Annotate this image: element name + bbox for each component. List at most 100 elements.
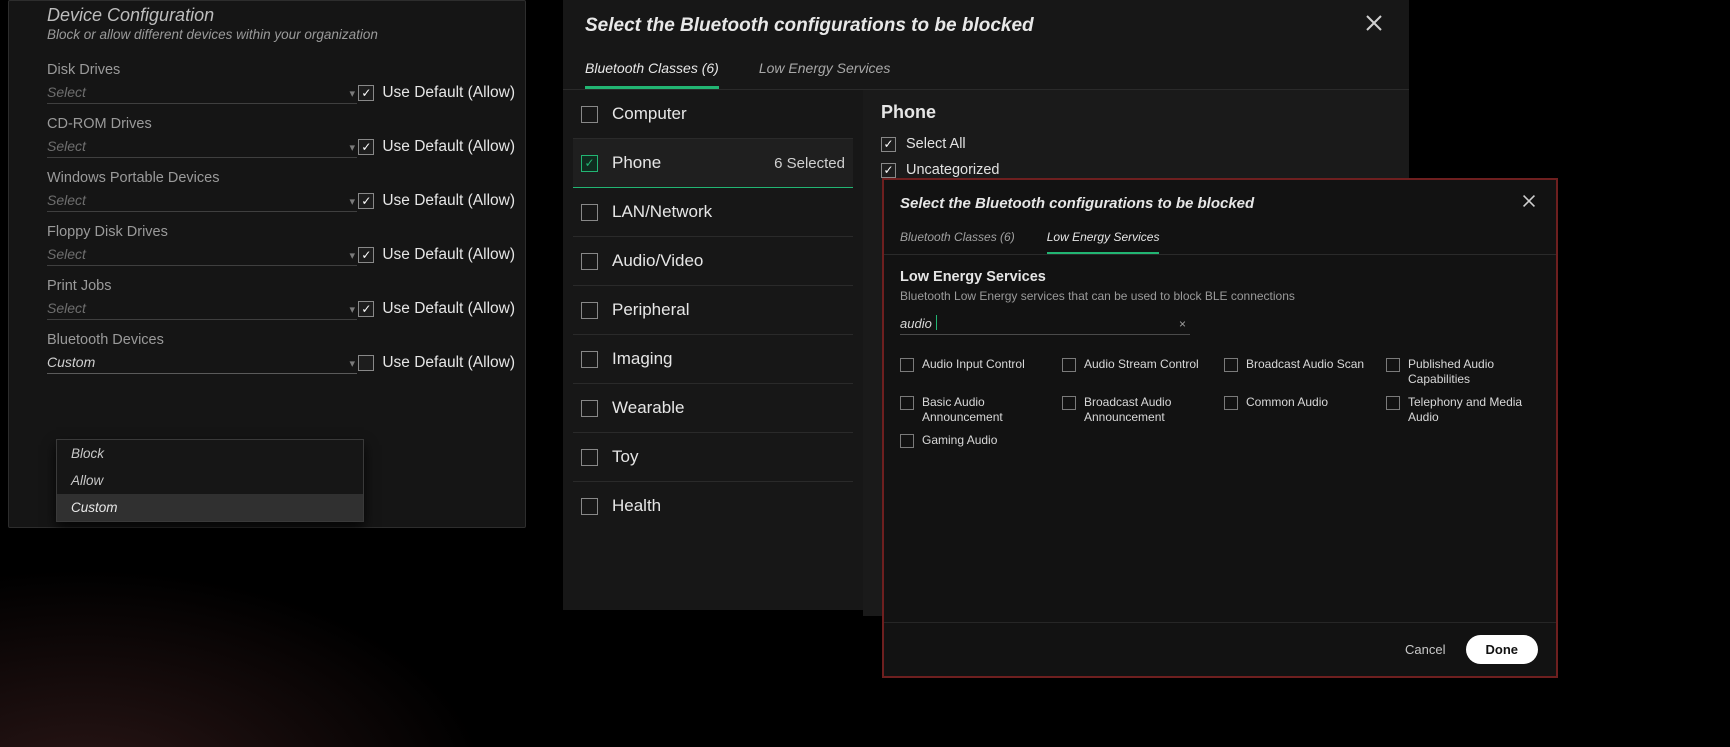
chevron-down-icon: ▾	[349, 195, 355, 208]
detail-item-label: Uncategorized	[906, 162, 1000, 178]
service-label: Audio Stream Control	[1084, 357, 1199, 372]
bluetooth-devices-select[interactable]: Custom ▾	[47, 350, 357, 374]
use-default-checkbox[interactable]	[358, 355, 374, 371]
done-button[interactable]: Done	[1466, 635, 1539, 664]
service-checkbox[interactable]	[1062, 358, 1076, 372]
service-item[interactable]: Audio Stream Control	[1062, 357, 1216, 387]
close-icon[interactable]	[1518, 190, 1540, 216]
select-value: Custom	[47, 354, 95, 370]
class-row-computer[interactable]: Computer	[573, 90, 853, 139]
use-default-checkbox[interactable]	[358, 85, 374, 101]
use-default-checkbox[interactable]	[358, 139, 374, 155]
class-label: Toy	[612, 447, 845, 467]
dropdown-option-allow[interactable]: Allow	[57, 467, 363, 494]
service-checkbox[interactable]	[900, 396, 914, 410]
tab-low-energy-services[interactable]: Low Energy Services	[1047, 230, 1160, 254]
bluetooth-devices-dropdown: Block Allow Custom	[56, 439, 364, 522]
service-label: Broadcast Audio Announcement	[1084, 395, 1216, 425]
class-checkbox[interactable]	[581, 400, 598, 417]
class-label: Computer	[612, 104, 845, 124]
disk-drives-select[interactable]: Select ▾	[47, 80, 357, 104]
service-checkbox[interactable]	[1062, 396, 1076, 410]
field-label: CD-ROM Drives	[47, 116, 357, 132]
service-item[interactable]: Basic Audio Announcement	[900, 395, 1054, 425]
tab-bluetooth-classes[interactable]: Bluetooth Classes (6)	[585, 60, 719, 89]
cancel-button[interactable]: Cancel	[1405, 642, 1445, 657]
class-checkbox[interactable]	[581, 204, 598, 221]
service-checkbox[interactable]	[900, 434, 914, 448]
use-default-label: Use Default (Allow)	[382, 354, 515, 372]
class-row-health[interactable]: Health	[573, 482, 853, 530]
class-row-audiovideo[interactable]: Audio/Video	[573, 237, 853, 286]
background-gradient	[0, 530, 560, 747]
class-checkbox[interactable]	[581, 155, 598, 172]
service-checkbox[interactable]	[900, 358, 914, 372]
modal-title: Select the Bluetooth configurations to b…	[900, 195, 1254, 212]
use-default-label: Use Default (Allow)	[382, 192, 515, 210]
print-jobs-select[interactable]: Select ▾	[47, 296, 357, 320]
select-all-row[interactable]: Select All	[881, 131, 1391, 157]
use-default-label: Use Default (Allow)	[382, 246, 515, 264]
service-item[interactable]: Common Audio	[1224, 395, 1378, 425]
close-icon[interactable]	[1361, 10, 1387, 42]
service-item[interactable]: Broadcast Audio Scan	[1224, 357, 1378, 387]
class-checkbox[interactable]	[581, 351, 598, 368]
class-checkbox[interactable]	[581, 449, 598, 466]
service-item[interactable]: Gaming Audio	[900, 433, 1054, 448]
les-search-input[interactable]	[900, 313, 1175, 334]
service-checkbox[interactable]	[1224, 358, 1238, 372]
device-configuration-panel: Device Configuration Block or allow diff…	[8, 0, 526, 528]
service-label: Telephony and Media Audio	[1408, 395, 1540, 425]
field-label: Windows Portable Devices	[47, 170, 357, 186]
class-checkbox[interactable]	[581, 302, 598, 319]
select-placeholder: Select	[47, 246, 86, 262]
chevron-down-icon: ▾	[349, 303, 355, 316]
device-configuration-subtitle: Block or allow different devices within …	[47, 27, 513, 42]
service-item[interactable]: Audio Input Control	[900, 357, 1054, 387]
class-row-toy[interactable]: Toy	[573, 433, 853, 482]
floppy-select[interactable]: Select ▾	[47, 242, 357, 266]
field-label: Bluetooth Devices	[47, 332, 357, 348]
tab-bluetooth-classes[interactable]: Bluetooth Classes (6)	[900, 230, 1015, 254]
class-checkbox[interactable]	[581, 106, 598, 123]
detail-title: Phone	[881, 102, 1391, 123]
chevron-down-icon: ▾	[349, 141, 355, 154]
class-row-imaging[interactable]: Imaging	[573, 335, 853, 384]
service-item[interactable]: Broadcast Audio Announcement	[1062, 395, 1216, 425]
class-row-wearable[interactable]: Wearable	[573, 384, 853, 433]
les-section-title: Low Energy Services	[900, 269, 1540, 285]
service-label: Basic Audio Announcement	[922, 395, 1054, 425]
use-default-checkbox[interactable]	[358, 247, 374, 263]
wpd-select[interactable]: Select ▾	[47, 188, 357, 212]
modal-title: Select the Bluetooth configurations to b…	[585, 15, 1034, 37]
service-checkbox[interactable]	[1386, 396, 1400, 410]
class-selected-count: 6 Selected	[774, 155, 845, 172]
dropdown-option-block[interactable]: Block	[57, 440, 363, 467]
class-checkbox[interactable]	[581, 498, 598, 515]
class-row-lan[interactable]: LAN/Network	[573, 188, 853, 237]
service-item[interactable]: Published Audio Capabilities	[1386, 357, 1540, 387]
cdrom-drives-select[interactable]: Select ▾	[47, 134, 357, 158]
service-label: Common Audio	[1246, 395, 1328, 410]
les-search-box[interactable]: ×	[900, 313, 1190, 335]
bluetooth-classes-list: Computer Phone 6 Selected LAN/Network Au…	[563, 90, 863, 616]
class-row-peripheral[interactable]: Peripheral	[573, 286, 853, 335]
service-checkbox[interactable]	[1386, 358, 1400, 372]
service-checkbox[interactable]	[1224, 396, 1238, 410]
use-default-checkbox[interactable]	[358, 301, 374, 317]
clear-search-icon[interactable]: ×	[1175, 317, 1190, 331]
chevron-down-icon: ▾	[349, 249, 355, 262]
class-checkbox[interactable]	[581, 253, 598, 270]
use-default-label: Use Default (Allow)	[382, 138, 515, 156]
service-item[interactable]: Telephony and Media Audio	[1386, 395, 1540, 425]
chevron-down-icon: ▾	[349, 87, 355, 100]
detail-item-checkbox[interactable]	[881, 163, 896, 178]
select-all-checkbox[interactable]	[881, 137, 896, 152]
service-label: Gaming Audio	[922, 433, 997, 448]
class-row-phone[interactable]: Phone 6 Selected	[573, 139, 853, 188]
dropdown-option-custom[interactable]: Custom	[57, 494, 363, 521]
tab-low-energy-services[interactable]: Low Energy Services	[759, 60, 891, 89]
class-label: Health	[612, 496, 845, 516]
field-label: Print Jobs	[47, 278, 357, 294]
use-default-checkbox[interactable]	[358, 193, 374, 209]
